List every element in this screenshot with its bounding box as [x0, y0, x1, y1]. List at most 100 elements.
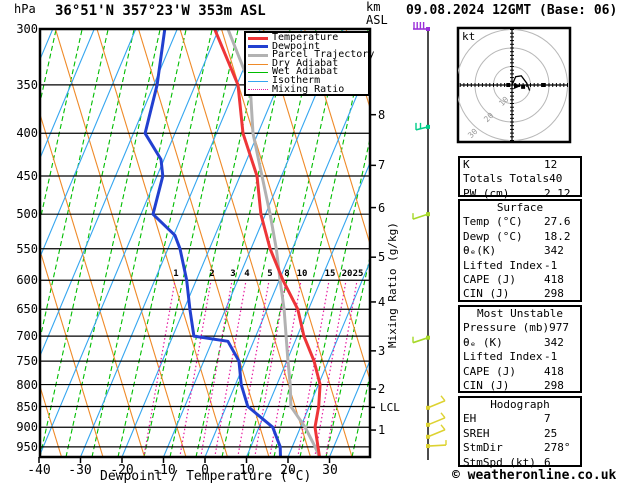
wind-barb [426, 396, 445, 410]
pressure-label: 850 [11, 400, 38, 414]
stat-label: Temp (°C) [463, 215, 544, 229]
legend-label: Mixing Ratio [272, 86, 344, 95]
altitude-unit-asl: ASL [366, 14, 388, 27]
hodograph-unit-label: kt [462, 30, 475, 43]
mixing-ratio-label: 8 [284, 269, 289, 279]
stat-value: 977 [549, 321, 582, 335]
legend-swatch-parcel-trajectory [248, 54, 268, 57]
stat-label: EH [463, 412, 544, 426]
stat-label: SREH [463, 427, 544, 441]
pressure-label: 650 [11, 302, 38, 316]
legend-swatch-wet-adiabat [248, 72, 268, 73]
stat-label: Lifted Index [463, 259, 544, 273]
indices-table: K12Totals Totals40PW (cm)2.12 [458, 156, 582, 197]
pressure-label: 950 [11, 440, 38, 454]
table-row: Temp (°C)27.6 [463, 215, 577, 229]
pressure-label: 700 [11, 329, 38, 343]
stat-label: CAPE (J) [463, 273, 544, 287]
stat-value: 342 [544, 244, 577, 258]
mixing-ratio-label: 20 [342, 269, 353, 279]
most-unstable-table: Most UnstablePressure (mb)977θₑ (K)342Li… [458, 305, 582, 393]
stat-value: -1 [544, 350, 577, 364]
mixing-ratio-axis-title: Mixing Ratio (g/kg) [386, 213, 399, 348]
table-row: Totals Totals40 [463, 172, 577, 186]
pressure-label: 750 [11, 354, 38, 368]
hodograph-table: HodographEH7SREH25StmDir278°StmSpd (kt)6 [458, 396, 582, 467]
legend-swatch-temperature [248, 37, 268, 40]
x-axis-title: Dewpoint / Temperature (°C) [100, 469, 311, 484]
table-row: Lifted Index-1 [463, 350, 577, 364]
table-row: Dewp (°C)18.2 [463, 230, 577, 244]
xtick-label: -40 [17, 463, 61, 478]
mixing-ratio-label: 25 [353, 269, 364, 279]
mixing-ratio-label: 3 [230, 269, 235, 279]
wind-barb [426, 413, 445, 427]
stat-label: Pressure (mb) [463, 321, 549, 335]
wind-barb [426, 425, 445, 439]
legend-box: TemperatureDewpointParcel TrajectoryDry … [244, 31, 370, 96]
table-row: CIN (J)298 [463, 379, 577, 393]
lcl-label: LCL [380, 401, 400, 414]
table-title: Hodograph [463, 398, 577, 412]
km-tick-label: 7 [378, 158, 385, 172]
table-row: StmDir278° [463, 441, 577, 455]
pressure-label: 900 [11, 420, 38, 434]
mixing-ratio-label: 5 [267, 269, 272, 279]
mixing-ratio-label: 15 [325, 269, 336, 279]
skewt-sounding-app: hPa 36°51'N 357°23'W 353m ASL km ASL 09.… [0, 0, 629, 486]
stat-value: 342 [544, 336, 577, 350]
pressure-label: 550 [11, 242, 38, 256]
stat-label: Lifted Index [463, 350, 544, 364]
table-title: Most Unstable [463, 307, 577, 321]
pressure-label: 600 [11, 273, 38, 287]
stat-value: 25 [544, 427, 577, 441]
datetime-label: 09.08.2024 12GMT (Base: 06) [406, 4, 617, 17]
km-tick-label: 8 [378, 108, 385, 122]
wind-barb [426, 440, 446, 448]
stat-label: StmDir [463, 441, 544, 455]
mixing-ratio-label: 4 [244, 269, 249, 279]
stat-value: 298 [544, 287, 577, 301]
table-row: K12 [463, 158, 577, 172]
pressure-unit-label: hPa [14, 3, 36, 16]
wind-barb [413, 22, 430, 31]
km-tick-label: 4 [378, 295, 385, 309]
table-row: SREH25 [463, 427, 577, 441]
legend-item: Mixing Ratio [248, 86, 368, 95]
pressure-label: 300 [11, 22, 38, 36]
km-tick-label: 1 [378, 423, 385, 437]
xtick-label: -30 [58, 463, 102, 478]
km-tick-label: 3 [378, 344, 385, 358]
table-row: Pressure (mb)977 [463, 321, 577, 335]
mixing-ratio-label: 1 [173, 269, 178, 279]
legend-swatch-dewpoint [248, 45, 268, 48]
stat-value: 40 [549, 172, 582, 186]
table-row: EH7 [463, 412, 577, 426]
stat-label: θₑ(K) [463, 244, 544, 258]
mixing-ratio-label: 2 [209, 269, 214, 279]
km-tick-label: 6 [378, 201, 385, 215]
stat-value: 278° [544, 441, 577, 455]
stat-value: 7 [544, 412, 577, 426]
table-row: CAPE (J)418 [463, 365, 577, 379]
stat-value: 418 [544, 273, 577, 287]
pressure-label: 450 [11, 169, 38, 183]
pressure-label: 800 [11, 378, 38, 392]
stat-value: 18.2 [544, 230, 577, 244]
table-title: Surface [463, 201, 577, 215]
pressure-label: 350 [11, 78, 38, 92]
stat-label: K [463, 158, 544, 172]
pressure-label: 400 [11, 126, 38, 140]
copyright-label[interactable]: © weatheronline.co.uk [452, 468, 616, 483]
surface-table: SurfaceTemp (°C)27.6Dewp (°C)18.2θₑ(K)34… [458, 199, 582, 302]
stat-label: CIN (J) [463, 379, 544, 393]
legend-swatch-mixing-ratio [248, 89, 268, 90]
km-tick-label: 5 [378, 250, 385, 264]
page-title: 36°51'N 357°23'W 353m ASL [55, 5, 266, 18]
xtick-label: 30 [308, 463, 352, 478]
table-row: θₑ(K)342 [463, 244, 577, 258]
stat-label: θₑ (K) [463, 336, 544, 350]
stat-value: 12 [544, 158, 577, 172]
stat-label: CAPE (J) [463, 365, 544, 379]
stat-label: Totals Totals [463, 172, 549, 186]
